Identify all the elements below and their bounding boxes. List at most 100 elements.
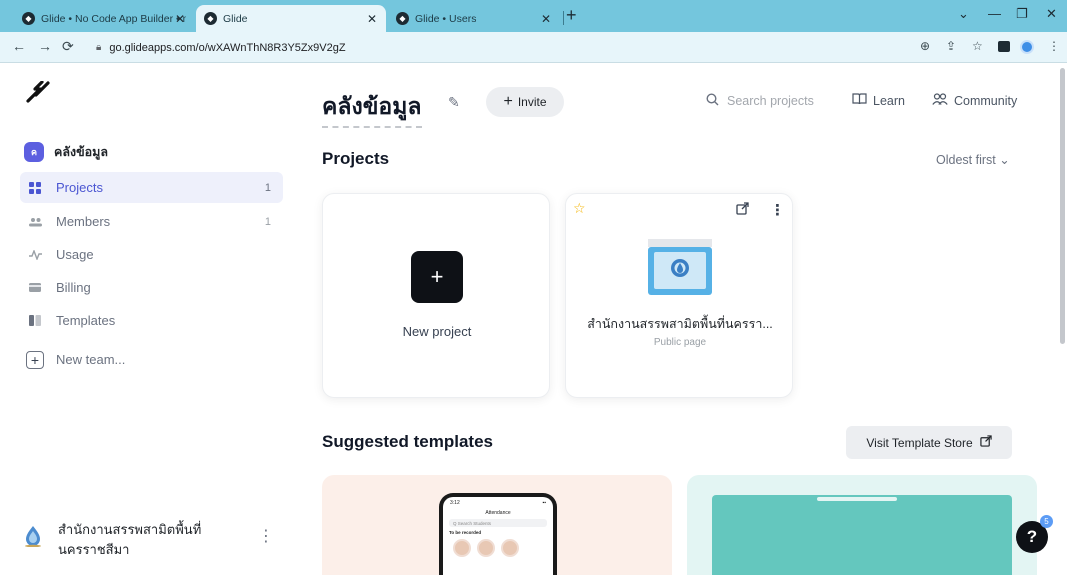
phone-screen: 3:12 ▪▪ Attendance Q Search Students To … [443, 497, 553, 575]
members-icon [28, 217, 42, 227]
tab-label: Glide • Users [415, 12, 477, 25]
sidebar-item-count: 1 [264, 215, 271, 228]
url-text: go.glideapps.com/o/wXAWnThN8R3Y5Zx9V2gZ [109, 41, 346, 54]
team-switcher[interactable]: ค คลังข้อมูล [24, 142, 108, 162]
new-project-label: New project [402, 324, 472, 339]
invite-button[interactable]: + Invite [486, 87, 564, 117]
learn-label: Learn [873, 93, 905, 108]
sidebar-item-usage[interactable]: Usage [20, 239, 283, 270]
zoom-icon[interactable]: ⊕ [920, 39, 930, 53]
organization-logo-icon [25, 526, 41, 547]
tab-separator [563, 11, 564, 25]
address-bar[interactable]: 🔒︎ go.glideapps.com/o/wXAWnThN8R3Y5Zx9V2… [86, 36, 978, 59]
phone-avatars [453, 539, 553, 557]
glide-logo-icon[interactable] [26, 81, 50, 103]
signal-icon: ▪▪ [542, 500, 546, 506]
open-external-icon[interactable] [736, 202, 749, 218]
sidebar-item-billing[interactable]: Billing [20, 272, 283, 303]
template-card-2[interactable] [687, 475, 1037, 575]
forward-icon[interactable]: → [38, 38, 52, 54]
scrollbar[interactable] [1060, 68, 1065, 344]
search-icon [706, 93, 719, 109]
glide-dashboard: ค คลังข้อมูล Projects 1 Members 1 Usage [0, 64, 1067, 575]
chevron-down-icon: ⌄ [999, 153, 1010, 167]
browser-toolbar: ← → ⟳ 🔒︎ go.glideapps.com/o/wXAWnThN8R3Y… [0, 32, 1067, 63]
avatar [453, 539, 471, 557]
organization-switcher[interactable]: สำนักงานสรรพสามิตพื้นที่นครราชสีมา ⋮ [24, 520, 284, 560]
notification-badge: 5 [1040, 515, 1053, 528]
browser-menu-icon[interactable]: ⋮ [1048, 39, 1060, 53]
avatar [501, 539, 519, 557]
avatar [477, 539, 495, 557]
sidebar-item-label: Projects [56, 180, 103, 195]
team-name: คลังข้อมูล [54, 145, 109, 159]
close-window-icon[interactable]: ✕ [1046, 6, 1057, 22]
phone-title: Attendance [485, 510, 511, 516]
plus-icon: + [411, 251, 463, 303]
sidebar-item-count: 1 [264, 181, 271, 194]
community-label: Community [954, 93, 1018, 108]
template-card-attendance[interactable]: 3:12 ▪▪ Attendance Q Search Students To … [322, 475, 672, 575]
browser-tab-glide[interactable]: ◆ Glide ✕ [196, 5, 386, 32]
new-tab-button[interactable]: + [566, 5, 577, 26]
learn-link[interactable]: Learn [852, 93, 905, 108]
tab-search-icon[interactable]: ⌄ [958, 6, 969, 22]
close-tab-icon[interactable]: ✕ [367, 12, 377, 26]
reload-icon[interactable]: ⟳ [62, 38, 74, 55]
visit-template-store-button[interactable]: Visit Template Store [846, 426, 1012, 459]
community-link[interactable]: Community [932, 93, 1017, 108]
profile-avatar[interactable] [1020, 40, 1034, 54]
projects-heading: Projects [322, 149, 390, 168]
share-icon[interactable]: ⇪ [946, 39, 956, 53]
browser-tab-glide-home[interactable]: ◆ Glide • No Code App Builder • n ✕ [14, 5, 194, 32]
extension-icon[interactable] [998, 41, 1010, 52]
new-team-button[interactable]: + New team... [20, 344, 283, 375]
template-preview-bar [817, 497, 897, 501]
book-icon [852, 93, 867, 108]
page-title[interactable]: คลังข้อมูล [322, 89, 422, 128]
search-projects[interactable]: Search projects [706, 93, 814, 109]
templates-icon [28, 315, 42, 326]
sort-label: Oldest first [936, 153, 996, 167]
suggested-templates-heading: Suggested templates [322, 432, 493, 451]
browser-tab-glide-users[interactable]: ◆ Glide • Users ✕ [388, 5, 560, 32]
tab-label: Glide • No Code App Builder • n [41, 12, 186, 25]
close-tab-icon[interactable]: ✕ [541, 12, 551, 26]
invite-label: Invite [517, 95, 547, 109]
more-vertical-icon[interactable]: ⋮ [770, 201, 785, 219]
sidebar-item-templates[interactable]: Templates [20, 305, 283, 336]
glide-favicon-icon: ◆ [204, 12, 217, 25]
new-project-card[interactable]: + New project [322, 193, 550, 398]
sidebar: ค คลังข้อมูล Projects 1 Members 1 Usage [0, 64, 300, 566]
team-avatar: ค [24, 142, 44, 162]
project-visibility: Public page [653, 337, 707, 348]
card-icon [28, 283, 42, 292]
sidebar-item-members[interactable]: Members 1 [20, 206, 283, 237]
project-name: สำนักงานสรรพสามิตพื้นที่นครรา... [587, 317, 773, 331]
sidebar-item-label: Templates [56, 313, 116, 328]
lock-icon: 🔒︎ [96, 42, 102, 53]
sidebar-item-label: Members [56, 214, 111, 229]
sidebar-item-label: Usage [56, 247, 94, 262]
pulse-icon [28, 249, 42, 260]
open-external-icon [979, 435, 992, 450]
back-icon[interactable]: ← [12, 38, 26, 54]
sidebar-item-projects[interactable]: Projects 1 [20, 172, 283, 203]
close-tab-icon[interactable]: ✕ [175, 12, 185, 26]
project-card[interactable]: ☆ ⋮ สำนักงานสรรพสามิตพื้นที่นครรา... Pub… [565, 193, 793, 398]
star-icon[interactable]: ☆ [573, 200, 586, 217]
more-vertical-icon[interactable]: ⋮ [258, 526, 274, 546]
minimize-icon[interactable]: — [988, 6, 1001, 21]
maximize-icon[interactable]: ❐ [1016, 6, 1028, 22]
phone-preview: 3:12 ▪▪ Attendance Q Search Students To … [439, 493, 557, 575]
plus-icon: + [503, 93, 513, 110]
sidebar-item-label: Billing [56, 280, 91, 295]
sort-dropdown[interactable]: Oldest first ⌄ [936, 152, 1010, 167]
bookmark-star-icon[interactable]: ☆ [972, 39, 983, 53]
pencil-icon[interactable]: ✎ [448, 94, 460, 111]
glide-favicon-icon: ◆ [396, 12, 409, 25]
new-team-label: New team... [56, 352, 126, 367]
template-preview [712, 495, 1012, 575]
phone-search: Q Search Students [449, 519, 547, 527]
plus-icon: + [26, 350, 44, 369]
